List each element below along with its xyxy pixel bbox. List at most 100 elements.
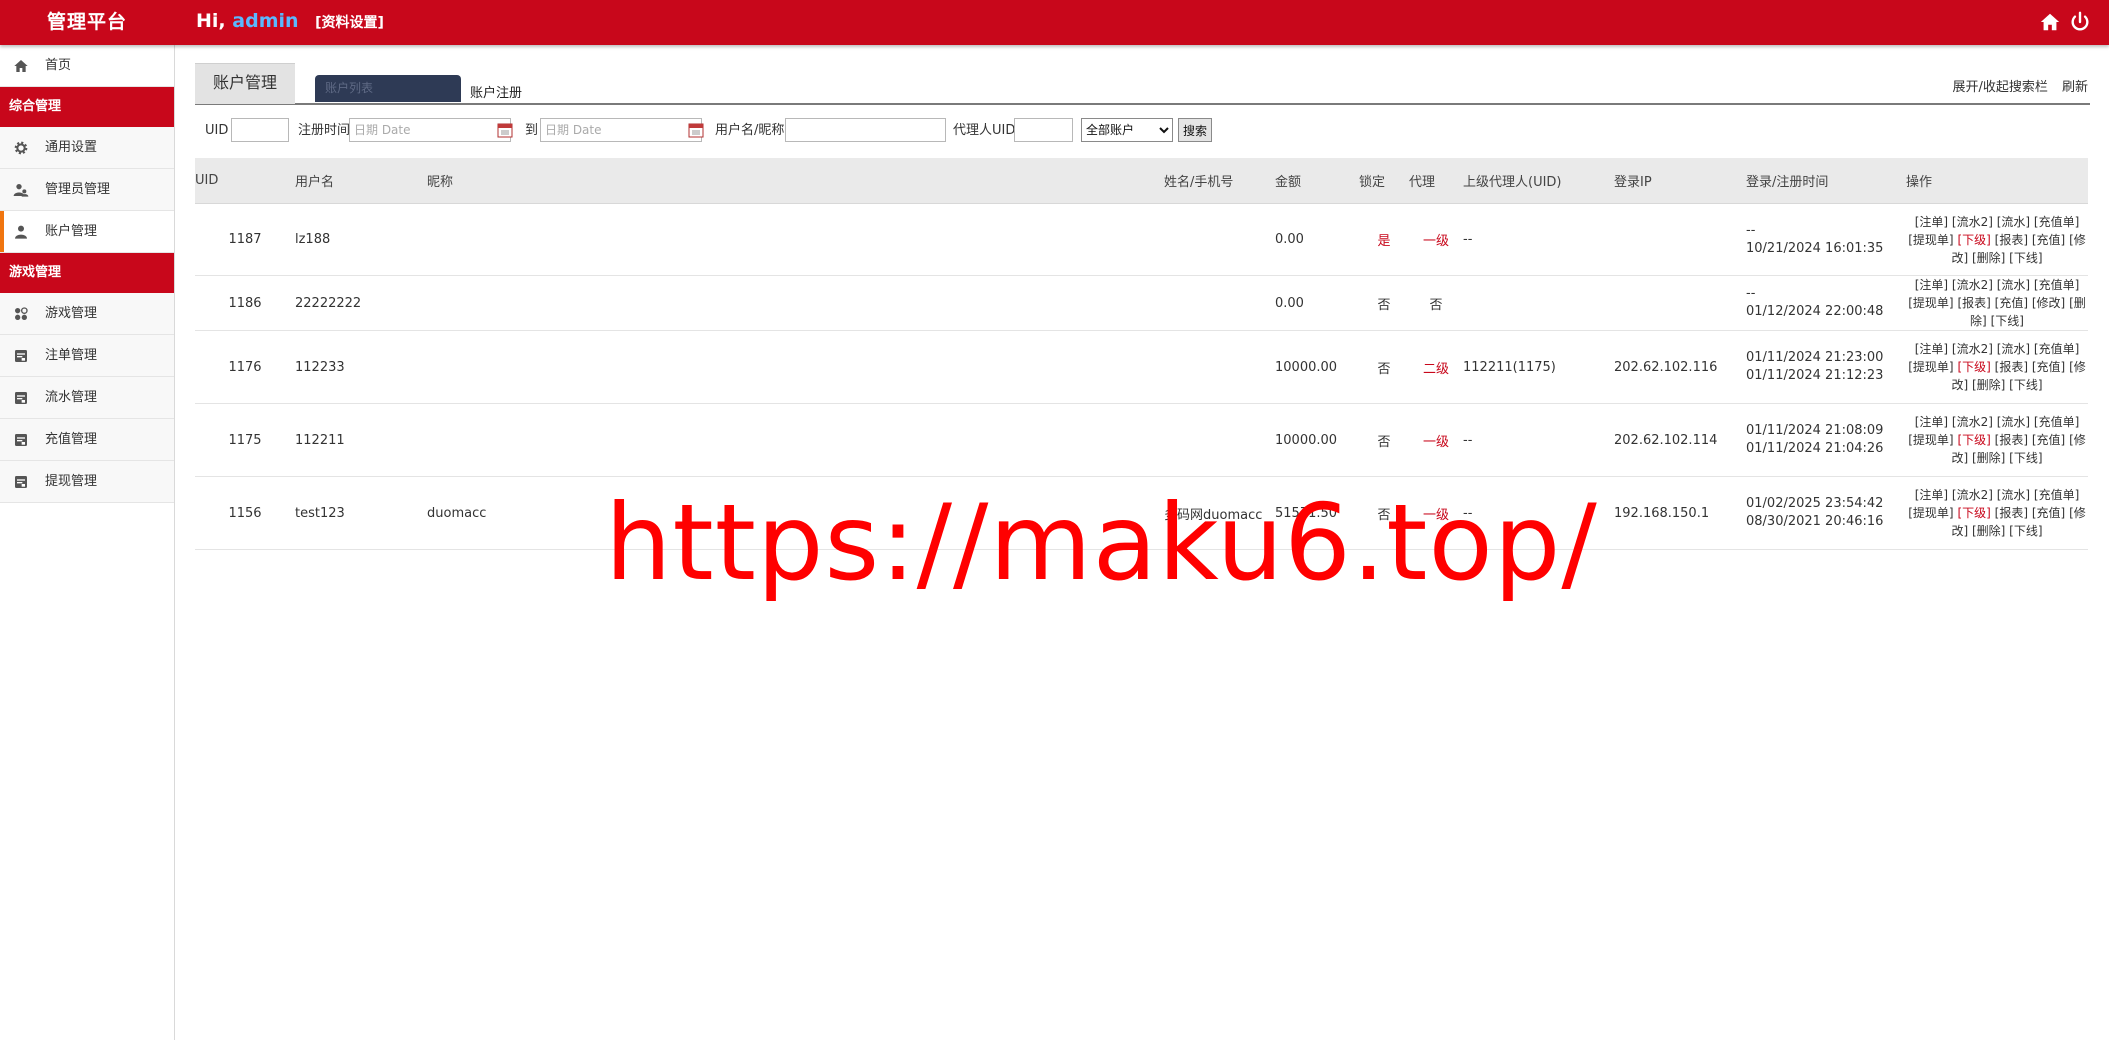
greeting: Hi, admin [资料设置] <box>196 10 384 32</box>
flow-link[interactable]: [流水] <box>1997 415 2030 429</box>
sidebar-item-label: 提现管理 <box>45 474 98 489</box>
flow2-link[interactable]: [流水2] <box>1952 278 1993 292</box>
reg-end-date-input[interactable] <box>540 118 702 142</box>
profile-settings-link[interactable]: [资料设置] <box>315 15 384 31</box>
subordinate-link[interactable]: [下级] <box>1957 360 1990 374</box>
column-header-balance: 金额 <box>1275 158 1359 204</box>
sidebar-item-bet-management[interactable]: 注单管理 <box>0 335 174 377</box>
cell-name-phone <box>1164 403 1275 477</box>
uid-input[interactable] <box>231 118 289 142</box>
sidebar-item-recharge-management[interactable]: 充值管理 <box>0 419 174 461</box>
offline-link[interactable]: [下线] <box>2009 251 2042 265</box>
recharge-order-link[interactable]: [充值单] <box>2034 415 2079 429</box>
username-input[interactable] <box>785 118 946 142</box>
recharge-order-link[interactable]: [充值单] <box>2034 342 2079 356</box>
offline-link[interactable]: [下线] <box>1991 314 2024 328</box>
report-link[interactable]: [报表] <box>1995 506 2028 520</box>
recharge-link[interactable]: [充值] <box>2032 506 2065 520</box>
flow-link[interactable]: [流水] <box>1997 215 2030 229</box>
cell-parent-agent <box>1463 275 1614 331</box>
bets-link[interactable]: [注单] <box>1915 488 1948 502</box>
cell-locked: 否 <box>1359 403 1409 477</box>
username-label: admin <box>232 10 299 32</box>
flow2-link[interactable]: [流水2] <box>1952 215 1993 229</box>
delete-link[interactable]: [删除] <box>1972 378 2005 392</box>
flow-link[interactable]: [流水] <box>1997 342 2030 356</box>
sidebar-item-label: 充值管理 <box>45 432 98 447</box>
withdraw-order-link[interactable]: [提现单] <box>1908 360 1953 374</box>
login-time: 01/02/2025 23:54:42 <box>1746 496 1884 511</box>
bets-link[interactable]: [注单] <box>1915 342 1948 356</box>
gamepad-icon <box>15 307 28 320</box>
subordinate-link[interactable]: [下级] <box>1957 433 1990 447</box>
flow2-link[interactable]: [流水2] <box>1952 488 1993 502</box>
delete-link[interactable]: [删除] <box>1972 251 2005 265</box>
calendar-icon[interactable] <box>497 122 513 138</box>
search-button[interactable]: 搜索 <box>1178 118 1213 142</box>
tab-tools: 展开/收起搜索栏 刷新 <box>1942 76 2088 95</box>
edit-link[interactable]: [修改] <box>2032 296 2065 310</box>
cell-times: -- 10/21/2024 16:01:35 <box>1746 203 1906 276</box>
agent-uid-input[interactable] <box>1014 118 1073 142</box>
cell-login-ip <box>1614 203 1746 276</box>
reg-time-label: 注册时间 <box>298 123 351 138</box>
flow2-link[interactable]: [流水2] <box>1952 415 1993 429</box>
tab-account-list[interactable]: 账户列表 <box>315 75 461 102</box>
withdraw-order-link[interactable]: [提现单] <box>1908 296 1953 310</box>
sidebar-item-flow-management[interactable]: 流水管理 <box>0 377 174 419</box>
tab-account-management[interactable]: 账户管理 <box>195 63 295 104</box>
home-icon[interactable] <box>2039 11 2061 33</box>
tab-account-register[interactable]: 账户注册 <box>470 82 522 101</box>
subordinate-link[interactable]: [下级] <box>1957 506 1990 520</box>
bets-link[interactable]: [注单] <box>1915 215 1948 229</box>
account-type-select[interactable]: 全部账户 <box>1081 118 1173 142</box>
sidebar-item-withdraw-management[interactable]: 提现管理 <box>0 461 174 503</box>
cell-balance: 0.00 <box>1275 203 1359 276</box>
report-link[interactable]: [报表] <box>1957 296 1990 310</box>
report-link[interactable]: [报表] <box>1995 233 2028 247</box>
report-icon <box>15 434 27 446</box>
cell-balance: 0.00 <box>1275 275 1359 331</box>
register-time: 01/11/2024 21:12:23 <box>1746 368 1884 383</box>
withdraw-order-link[interactable]: [提现单] <box>1908 233 1953 247</box>
bets-link[interactable]: [注单] <box>1915 415 1948 429</box>
recharge-link[interactable]: [充值] <box>2032 233 2065 247</box>
sidebar: 首页 综合管理 通用设置 管理员管理 账户管理 游戏管理 游戏管理 注单管理 流… <box>0 45 175 1040</box>
flow-link[interactable]: [流水] <box>1997 278 2030 292</box>
withdraw-order-link[interactable]: [提现单] <box>1908 433 1953 447</box>
reg-start-date-input[interactable] <box>349 118 511 142</box>
report-link[interactable]: [报表] <box>1995 360 2028 374</box>
cell-actions: [注单] [流水2] [流水] [充值单] [提现单] [下级] [报表] [充… <box>1906 476 2088 550</box>
report-link[interactable]: [报表] <box>1995 433 2028 447</box>
offline-link[interactable]: [下线] <box>2009 378 2042 392</box>
refresh-link[interactable]: 刷新 <box>2062 80 2088 95</box>
sidebar-item-home[interactable]: 首页 <box>0 45 174 87</box>
withdraw-order-link[interactable]: [提现单] <box>1908 506 1953 520</box>
recharge-order-link[interactable]: [充值单] <box>2034 278 2079 292</box>
sidebar-item-account-management[interactable]: 账户管理 <box>0 211 174 253</box>
flow2-link[interactable]: [流水2] <box>1952 342 1993 356</box>
toggle-search-link[interactable]: 展开/收起搜索栏 <box>1952 80 2047 95</box>
table-row: 1176 112233 10000.00 否 二级 112211(1175) 2… <box>195 330 2088 404</box>
recharge-link[interactable]: [充值] <box>2032 360 2065 374</box>
sidebar-item-general-settings[interactable]: 通用设置 <box>0 127 174 169</box>
login-time: 01/11/2024 21:23:00 <box>1746 350 1884 365</box>
recharge-order-link[interactable]: [充值单] <box>2034 215 2079 229</box>
cell-login-ip <box>1614 275 1746 331</box>
subordinate-link[interactable]: [下级] <box>1957 233 1990 247</box>
offline-link[interactable]: [下线] <box>2009 524 2042 538</box>
sidebar-item-admin-management[interactable]: 管理员管理 <box>0 169 174 211</box>
recharge-order-link[interactable]: [充值单] <box>2034 488 2079 502</box>
calendar-icon[interactable] <box>688 122 704 138</box>
offline-link[interactable]: [下线] <box>2009 451 2042 465</box>
delete-link[interactable]: [删除] <box>1972 451 2005 465</box>
flow-link[interactable]: [流水] <box>1997 488 2030 502</box>
recharge-link[interactable]: [充值] <box>1995 296 2028 310</box>
delete-link[interactable]: [删除] <box>1972 524 2005 538</box>
cell-agent-level: 一级 <box>1409 203 1463 276</box>
sidebar-item-game-management[interactable]: 游戏管理 <box>0 293 174 335</box>
bets-link[interactable]: [注单] <box>1915 278 1948 292</box>
recharge-link[interactable]: [充值] <box>2032 433 2065 447</box>
cell-balance: 10000.00 <box>1275 330 1359 404</box>
power-icon[interactable] <box>2069 11 2091 33</box>
